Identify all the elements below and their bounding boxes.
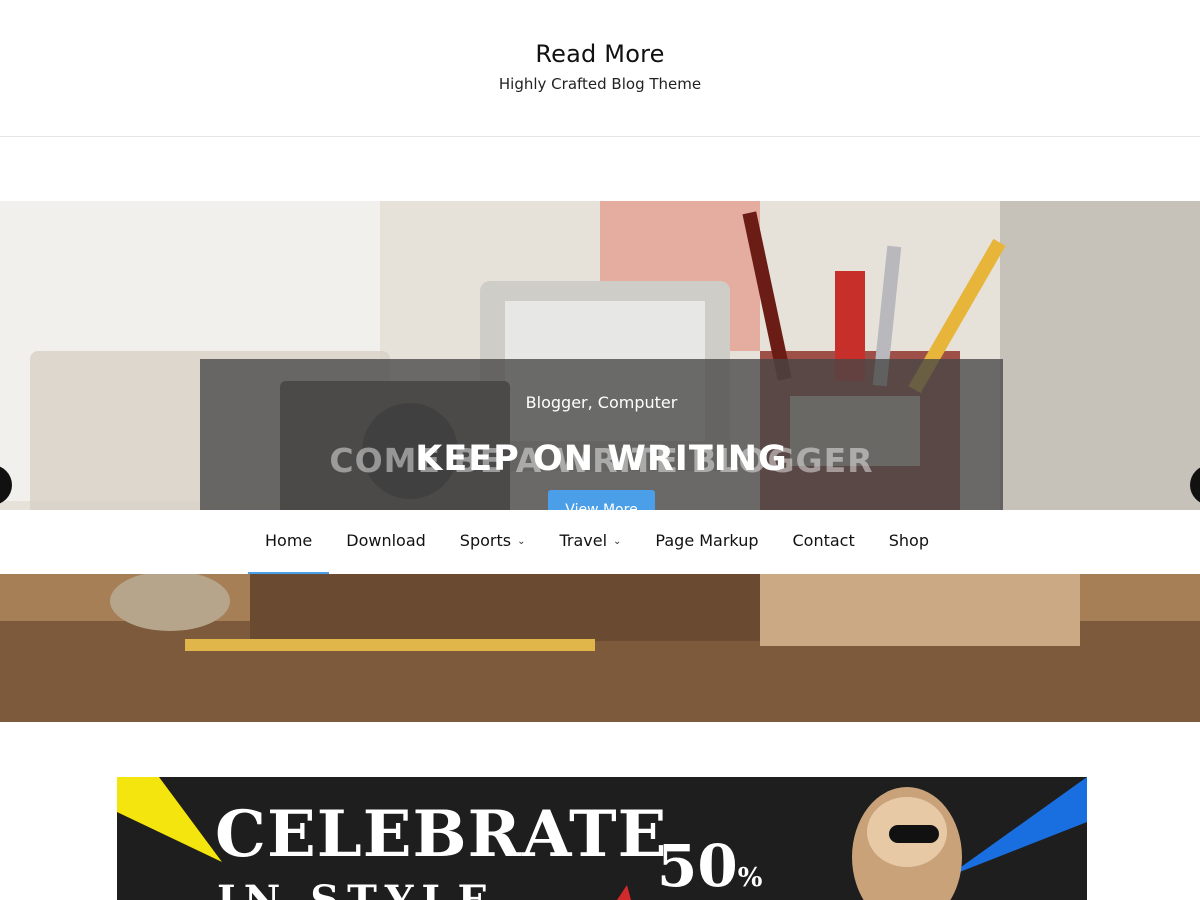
- nav-item-label: Sports: [459, 531, 512, 550]
- nav-item-home[interactable]: Home: [248, 510, 330, 574]
- nav-item-shop[interactable]: Shop: [872, 510, 946, 574]
- nav-item-label: Shop: [888, 531, 929, 550]
- banner-discount: 50%: [657, 832, 762, 900]
- slide-categories[interactable]: Blogger, Computer: [200, 393, 1003, 412]
- site-title[interactable]: Read More: [0, 40, 1200, 68]
- banner-discount-unit: %: [737, 863, 763, 893]
- chevron-down-icon: ⌄: [613, 536, 622, 547]
- nav-item-label: Contact: [792, 531, 855, 550]
- nav-item-page-markup[interactable]: Page Markup: [638, 510, 775, 574]
- nav-item-sports[interactable]: Sports ⌄: [443, 510, 543, 574]
- hero-slider: Blogger, Computer COME BE A WRITE BLOGGE…: [0, 201, 1200, 722]
- promo-banner[interactable]: CELEBRATE IN STYLE 50%: [117, 777, 1087, 900]
- slide-title[interactable]: KEEP ON WRITING: [200, 439, 1003, 479]
- main-navigation: Home Download Sports ⌄ Travel ⌄ Page Marku…: [0, 510, 1200, 574]
- nav-item-label: Home: [265, 531, 313, 550]
- nav-item-contact[interactable]: Contact: [776, 510, 872, 574]
- nav-item-label: Download: [346, 531, 426, 550]
- banner-title: CELEBRATE: [215, 797, 668, 872]
- nav-item-label: Travel: [559, 531, 608, 550]
- banner-subtitle: IN STYLE: [217, 877, 496, 900]
- slide-caption: Blogger, Computer COME BE A WRITE BLOGGE…: [200, 359, 1003, 530]
- nav-item-download[interactable]: Download: [329, 510, 443, 574]
- chevron-down-icon: ⌄: [517, 536, 526, 547]
- banner-discount-value: 50: [657, 832, 738, 900]
- site-tagline: Highly Crafted Blog Theme: [498, 75, 702, 93]
- nav-list: Home Download Sports ⌄ Travel ⌄ Page Marku…: [248, 510, 946, 574]
- nav-item-travel[interactable]: Travel ⌄: [542, 510, 638, 574]
- nav-item-label: Page Markup: [655, 531, 759, 550]
- site-header: Read More Highly Crafted Blog Theme: [0, 0, 1200, 137]
